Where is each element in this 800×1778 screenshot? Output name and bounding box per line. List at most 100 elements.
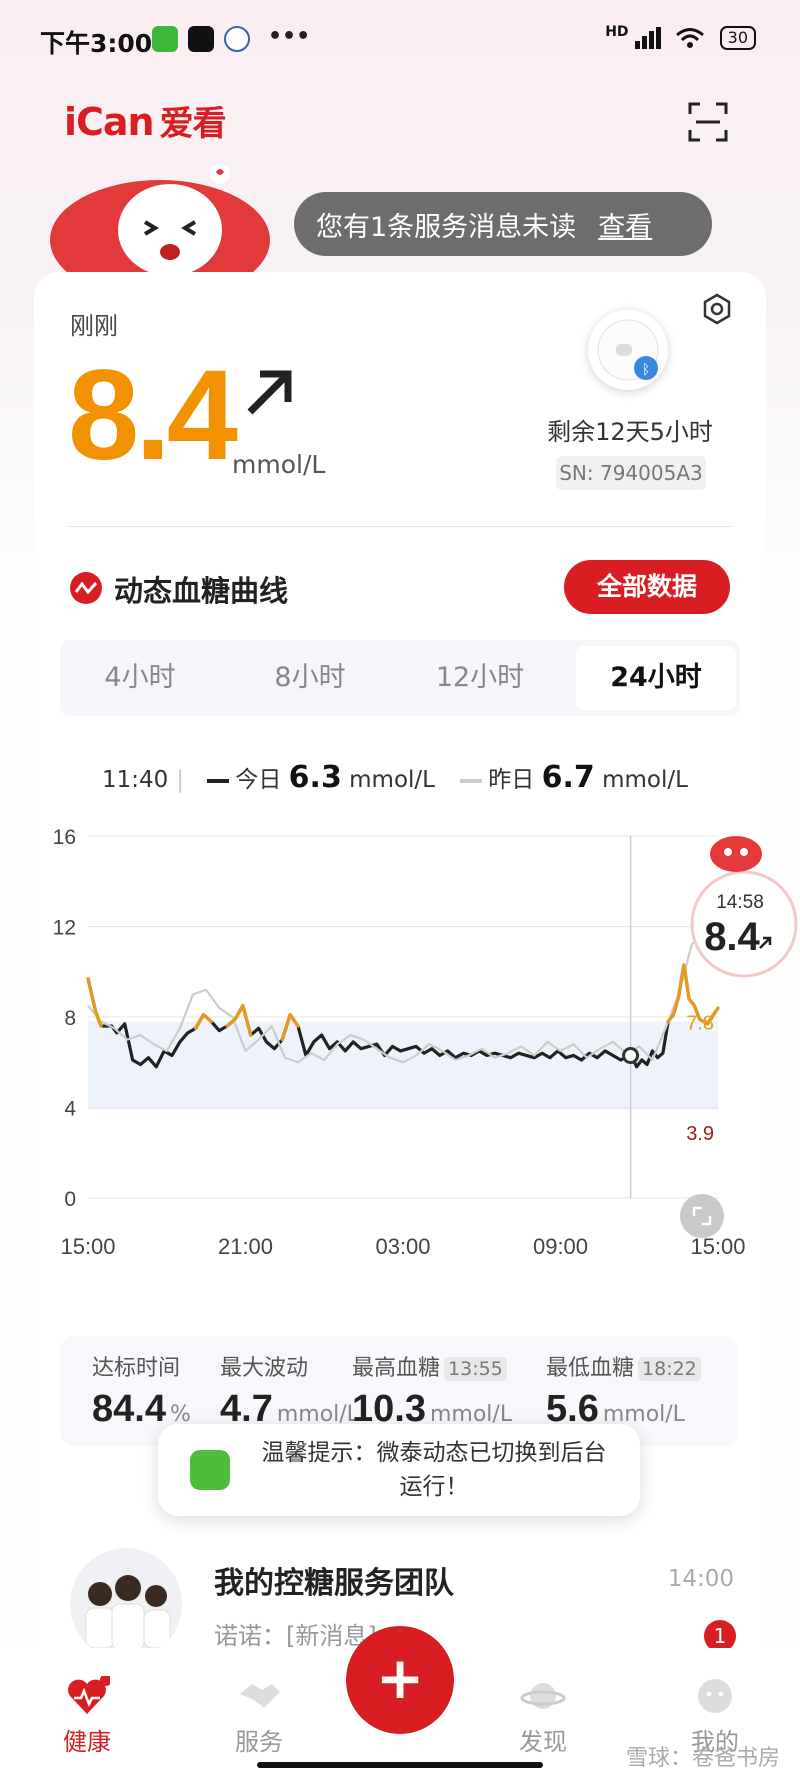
cursor-point: [622, 1046, 640, 1064]
status-time: 下午3:00: [40, 29, 153, 58]
reading-time-label: 刚刚: [70, 312, 118, 340]
app-logo: iCan 爱看: [64, 96, 227, 145]
settings-icon[interactable]: [700, 292, 734, 326]
stat-label: 最大波动: [220, 1356, 309, 1381]
expand-icon: [680, 1194, 724, 1238]
stat-time: 13:55: [444, 1357, 507, 1381]
nav-health[interactable]: 健康: [32, 1674, 142, 1757]
stat-lowest: 最低血糖 18:22 5.6 mmol/L: [546, 1350, 701, 1431]
current-time: 14:58: [716, 892, 764, 913]
signal-icon: HD: [605, 24, 629, 40]
logo-main: iCan: [64, 100, 155, 144]
trend-up-right-icon: [247, 370, 292, 415]
status-right: HD 30: [605, 24, 756, 50]
yesterday-unit: mmol/L: [602, 767, 688, 793]
stat-label: 最低血糖: [546, 1356, 635, 1381]
y-tick-label: 8: [64, 1007, 76, 1030]
section-title: 动态血糖曲线: [114, 574, 289, 608]
high-segment: [201, 1013, 213, 1024]
today-label: 今日: [235, 767, 282, 793]
battery-icon: 30: [719, 26, 756, 50]
stat-label: 达标时间: [92, 1356, 181, 1381]
svg-text:ᛒ: ᛒ: [642, 362, 650, 378]
sensor-graphic: ᛒ: [597, 319, 659, 381]
home-indicator[interactable]: [257, 1762, 543, 1768]
today-value: 6.3: [288, 760, 342, 795]
wifi-icon: [676, 27, 705, 48]
nav-service[interactable]: 服务: [204, 1676, 314, 1757]
app-notification-icon: [224, 26, 250, 52]
app-notification-icon: [188, 26, 214, 52]
sensor-serial: SN: 794005A3: [556, 456, 706, 490]
tab-12h[interactable]: 12小时: [400, 640, 560, 716]
target-high-label: 7.8: [686, 1013, 714, 1035]
handshake-icon: [240, 1684, 280, 1708]
today-unit: mmol/L: [349, 767, 435, 793]
y-tick-label: 12: [53, 917, 76, 940]
view-message-link[interactable]: 查看: [598, 205, 652, 244]
team-title[interactable]: 我的控糖服务团队: [214, 1558, 454, 1602]
target-low-label: 3.9: [686, 1123, 714, 1145]
x-tick-label: 03:00: [375, 1234, 430, 1259]
app-icon: [190, 1450, 230, 1490]
high-segment: [682, 963, 691, 1001]
cursor-time: 11:40: [102, 767, 169, 793]
stat-value: 84.4: [92, 1388, 166, 1430]
doctors-icon: [85, 1575, 171, 1651]
profile-face-icon: [698, 1679, 732, 1713]
stat-highest: 最高血糖 13:55 10.3 mmol/L: [352, 1350, 512, 1431]
unread-message-banner[interactable]: 您有1条服务消息未读 查看: [294, 192, 712, 256]
stat-in-range: 达标时间 84.4%: [92, 1350, 191, 1431]
divider: [68, 526, 732, 527]
watermark: 雪球：卷爸书房: [625, 1746, 780, 1771]
team-last-message: 诺诺：[新消息]: [214, 1622, 377, 1650]
nav-label: 服务: [235, 1728, 283, 1756]
mascot-icon: [50, 164, 270, 280]
x-tick-label: 09:00: [533, 1234, 588, 1259]
glucose-value: 8.4: [68, 344, 238, 487]
message-text: 您有1条服务消息未读: [316, 211, 577, 243]
curve-icon: [70, 572, 102, 604]
chart-legend: 11:40 | 今日 6.3 mmol/L 昨日 6.7 mmol/L: [102, 760, 688, 795]
glucose-unit: mmol/L: [232, 450, 326, 479]
tab-8h[interactable]: 8小时: [230, 640, 390, 716]
nav-label: 健康: [63, 1728, 111, 1756]
mini-mascot-icon: [710, 836, 762, 872]
y-tick-label: 0: [64, 1188, 76, 1211]
team-avatar[interactable]: [70, 1548, 182, 1660]
stat-label: 最高血糖: [352, 1356, 441, 1381]
stat-max-fluctuation: 最大波动 4.7 mmol/L: [220, 1350, 359, 1431]
more-notifications-icon: •••: [268, 24, 311, 49]
add-button[interactable]: +: [346, 1626, 454, 1734]
target-range-band: [88, 1021, 718, 1110]
team-time: 14:00: [667, 1566, 734, 1592]
tab-4h[interactable]: 4小时: [60, 640, 220, 716]
time-range-tabs: 4小时 8小时 12小时 24小时: [60, 640, 740, 716]
stat-time: 18:22: [638, 1357, 701, 1381]
x-tick-label: 21:00: [218, 1234, 273, 1259]
x-tick-label: 15:00: [60, 1234, 115, 1259]
toast-notification: 温馨提示：微泰动态已切换到后台运行！: [158, 1424, 640, 1516]
yesterday-label: 昨日: [488, 767, 535, 793]
y-tick-label: 16: [53, 826, 76, 849]
signal-bars-icon: [634, 26, 661, 49]
mini-mascot-eye: [740, 848, 748, 856]
health-heart-icon: [68, 1674, 112, 1714]
planet-icon: [520, 1683, 566, 1709]
app-notification-icon: [152, 26, 178, 52]
yesterday-value: 6.7: [541, 760, 595, 795]
sensor-device-icon[interactable]: ᛒ: [588, 310, 668, 390]
toast-text: 温馨提示：微泰动态已切换到后台运行！: [261, 1440, 607, 1500]
mini-mascot-eye: [724, 848, 732, 856]
nav-label: 发现: [519, 1728, 567, 1756]
glucose-chart[interactable]: 048121615:00 21:00 03:00 09:00 15:007.83.914…: [0, 820, 800, 1270]
today-line-swatch: [207, 778, 230, 783]
tab-24h[interactable]: 24小时: [576, 646, 736, 710]
yesterday-line-swatch: [460, 778, 483, 783]
all-data-button[interactable]: 全部数据: [564, 560, 730, 614]
logo-cn: 爱看: [159, 104, 227, 144]
current-value: 8.4: [704, 915, 760, 959]
nav-discover[interactable]: 发现: [488, 1676, 598, 1757]
scan-icon[interactable]: [688, 102, 728, 142]
y-tick-label: 4: [64, 1098, 76, 1121]
